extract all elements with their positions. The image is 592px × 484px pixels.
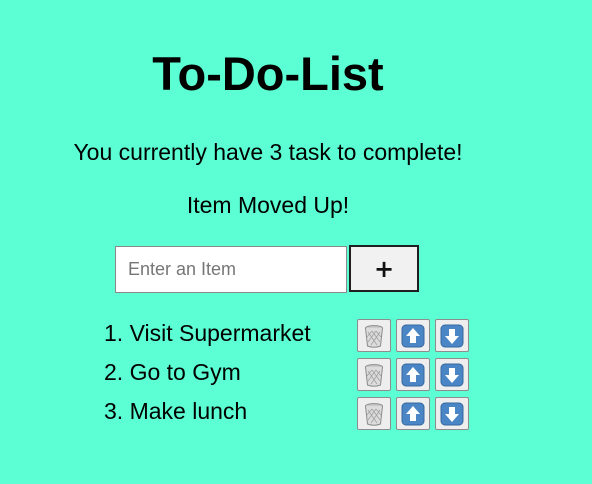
task-count-text: You currently have 3 task to complete! [73, 139, 463, 165]
down-arrow-icon [440, 324, 464, 348]
move-down-button[interactable] [435, 358, 469, 391]
up-arrow-icon [401, 402, 425, 426]
delete-button[interactable] [357, 397, 391, 430]
page-title: To-Do-List [152, 47, 384, 100]
down-arrow-icon [440, 363, 464, 387]
wastebasket-icon [362, 401, 386, 427]
move-down-button[interactable] [435, 319, 469, 352]
todo-list: 1. Visit Supermarket 2. Go to Gym 3. Mak… [104, 318, 474, 435]
todo-item: 3. Make lunch [104, 396, 474, 435]
item-input[interactable] [115, 246, 347, 293]
up-arrow-icon [401, 324, 425, 348]
delete-button[interactable] [357, 358, 391, 391]
move-up-button[interactable] [396, 358, 430, 391]
add-item-button[interactable]: + [349, 245, 419, 292]
status-message: Item Moved Up! [186, 192, 350, 218]
todo-item: 1. Visit Supermarket [104, 318, 474, 357]
wastebasket-icon [362, 362, 386, 388]
todo-item-text: 3. Make lunch [104, 398, 248, 424]
up-arrow-icon [401, 363, 425, 387]
move-up-button[interactable] [396, 397, 430, 430]
todo-item-text: 1. Visit Supermarket [104, 320, 311, 346]
down-arrow-icon [440, 402, 464, 426]
todo-item: 2. Go to Gym [104, 357, 474, 396]
move-up-button[interactable] [396, 319, 430, 352]
move-down-button[interactable] [435, 397, 469, 430]
todo-item-text: 2. Go to Gym [104, 359, 241, 385]
delete-button[interactable] [357, 319, 391, 352]
wastebasket-icon [362, 323, 386, 349]
